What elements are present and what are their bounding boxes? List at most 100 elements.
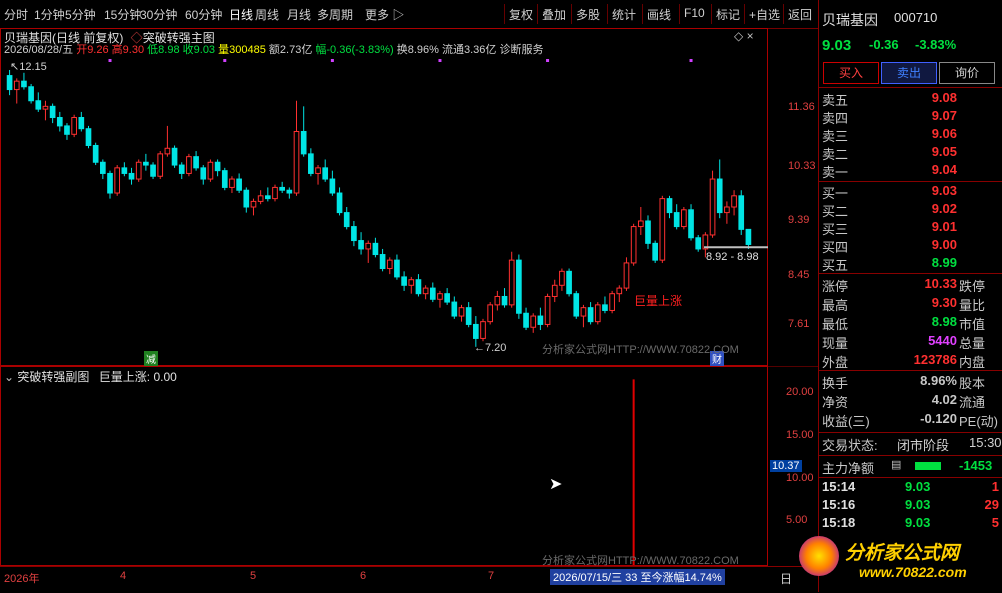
candle-down [358,240,364,250]
tick-price: 9.03 [905,479,931,494]
sub-y-tick: 15.00 [786,429,814,441]
candle-up [71,117,77,135]
period-tab-8[interactable]: 月线 [287,6,311,23]
toolbar-action-5[interactable]: F10 [684,6,705,20]
toolbar-action-0[interactable]: 复权 [509,6,533,23]
level-price: 9.07 [931,108,957,123]
tick-row: 15:14 9.03 1 [819,479,1002,497]
toolbar-separator [679,4,680,24]
stat-label: 外盘 [822,355,849,370]
candle-up [408,279,415,286]
candle-down [286,189,293,194]
toolbar-action-2[interactable]: 多股 [576,6,600,23]
time-axis-bar: 2026年 4 5 6 7 2026/07/15/三 33 至今涨幅14.74% 日 [0,566,818,593]
period-tab-5[interactable]: 60分钟 [185,6,222,23]
close-icon[interactable]: × [747,29,754,43]
candle-down [322,167,329,180]
candle-down [107,172,113,194]
period-tab-0[interactable]: 分时 [4,6,28,23]
bid-row[interactable]: 买二 9.02 [819,201,1002,219]
toolbar-action-1[interactable]: 叠加 [542,6,566,23]
bid-row[interactable]: 买四 9.00 [819,237,1002,255]
candle-up [437,293,443,300]
candle-up [480,321,486,339]
diagnosis-service-link[interactable]: 诊断服务 [499,44,543,56]
flower-logo-icon [799,536,839,576]
cursor-value-tag: 10.37 [770,460,802,472]
period-tab-2[interactable]: 5分钟 [65,6,96,23]
sub-indicator-name[interactable]: 突破转强副图 [17,370,89,384]
main-y-tick: 9.39 [788,214,810,226]
ask-row[interactable]: 卖一 9.04 [819,162,1002,180]
buy-button[interactable]: 买入 [823,62,879,84]
stat-right-label: PE(动) [959,414,999,429]
period-indicator[interactable]: 日 [780,570,792,587]
ask-row[interactable]: 卖二 9.05 [819,144,1002,162]
period-tab-4[interactable]: 30分钟 [140,6,177,23]
stat-value: 5440 [928,333,957,348]
candle-up [551,284,558,297]
signal-dot [546,59,550,62]
candle-down [171,147,178,166]
candle-down [372,242,379,256]
toolbar-action-7[interactable]: +自选 [749,6,780,23]
bid-row[interactable]: 买五 8.99 [819,255,1002,273]
candle-up [530,315,537,328]
period-tab-7[interactable]: 周线 [255,6,279,23]
bid-row[interactable]: 买三 9.01 [819,219,1002,237]
ask-row[interactable]: 卖四 9.07 [819,108,1002,126]
list-icon[interactable]: ▤ [891,458,901,471]
volume-value: 300485 [229,44,266,56]
candle-up [544,295,551,325]
month-label: 2026年 [4,573,40,585]
toolbar-action-6[interactable]: 标记 [716,6,740,23]
signal-dot [108,59,112,62]
float-value: 3.36亿 [463,44,497,56]
tick-time: 15:14 [822,479,856,494]
main-y-tick: 10.33 [788,160,816,172]
candle-down [566,270,572,295]
period-tab-10[interactable]: 更多 ▷ [365,6,404,23]
pane-controls: ◇ × [734,29,754,43]
period-tab-1[interactable]: 1分钟 [34,6,65,23]
toolbar-action-8[interactable]: 返回 [788,6,812,23]
stat-row: 净资 4.02 流通 [819,392,1002,410]
signal-dot [223,59,227,62]
toolbar-action-4[interactable]: 画线 [647,6,671,23]
toolbar-action-3[interactable]: 统计 [612,6,636,23]
open-label: 开 [76,44,88,56]
candle-up [458,307,465,317]
stat-row: 最高 9.30 量比 [819,295,1002,313]
sub-indicator-chart[interactable] [0,366,818,566]
signal-label: 巨量上涨 [634,294,683,308]
level-price: 9.03 [931,183,957,198]
trade-time: 15:30 [969,435,1002,450]
candle-down [143,161,149,166]
inquiry-button[interactable]: 询价 [939,62,995,84]
candle-up [315,167,321,174]
kline-chart[interactable] [0,28,818,366]
candle-down [716,178,723,214]
sell-button[interactable]: 卖出 [881,62,937,84]
level-price: 9.01 [931,219,957,234]
minus-badge[interactable]: 减 [144,351,158,366]
level-price: 9.00 [931,237,957,252]
candle-down [673,212,680,228]
month-label: 7 [488,570,495,582]
ask-row[interactable]: 卖五 9.08 [819,90,1002,108]
chevron-down-icon[interactable]: ⌄ [4,370,14,384]
period-tab-3[interactable]: 15分钟 [104,6,141,23]
candle-up [135,161,142,180]
ask-row[interactable]: 卖三 9.06 [819,126,1002,144]
level-label: 买一 [822,186,849,201]
level-price: 8.99 [931,255,957,270]
stat-value: 4.02 [931,392,957,407]
period-tab-6[interactable]: 日线 [229,6,253,23]
quote-panel: 贝瑞基因 000710 9.03 -0.36 -3.83% 买入 卖出 询价 卖… [818,0,1002,592]
diamond-outline-icon[interactable]: ◇ [734,29,743,43]
level-price: 9.05 [931,144,957,159]
bid-row[interactable]: 买一 9.03 [819,183,1002,201]
turnover-label: 换 [396,44,408,56]
period-tab-9[interactable]: 多周期 [317,6,353,23]
candle-down [645,220,651,244]
